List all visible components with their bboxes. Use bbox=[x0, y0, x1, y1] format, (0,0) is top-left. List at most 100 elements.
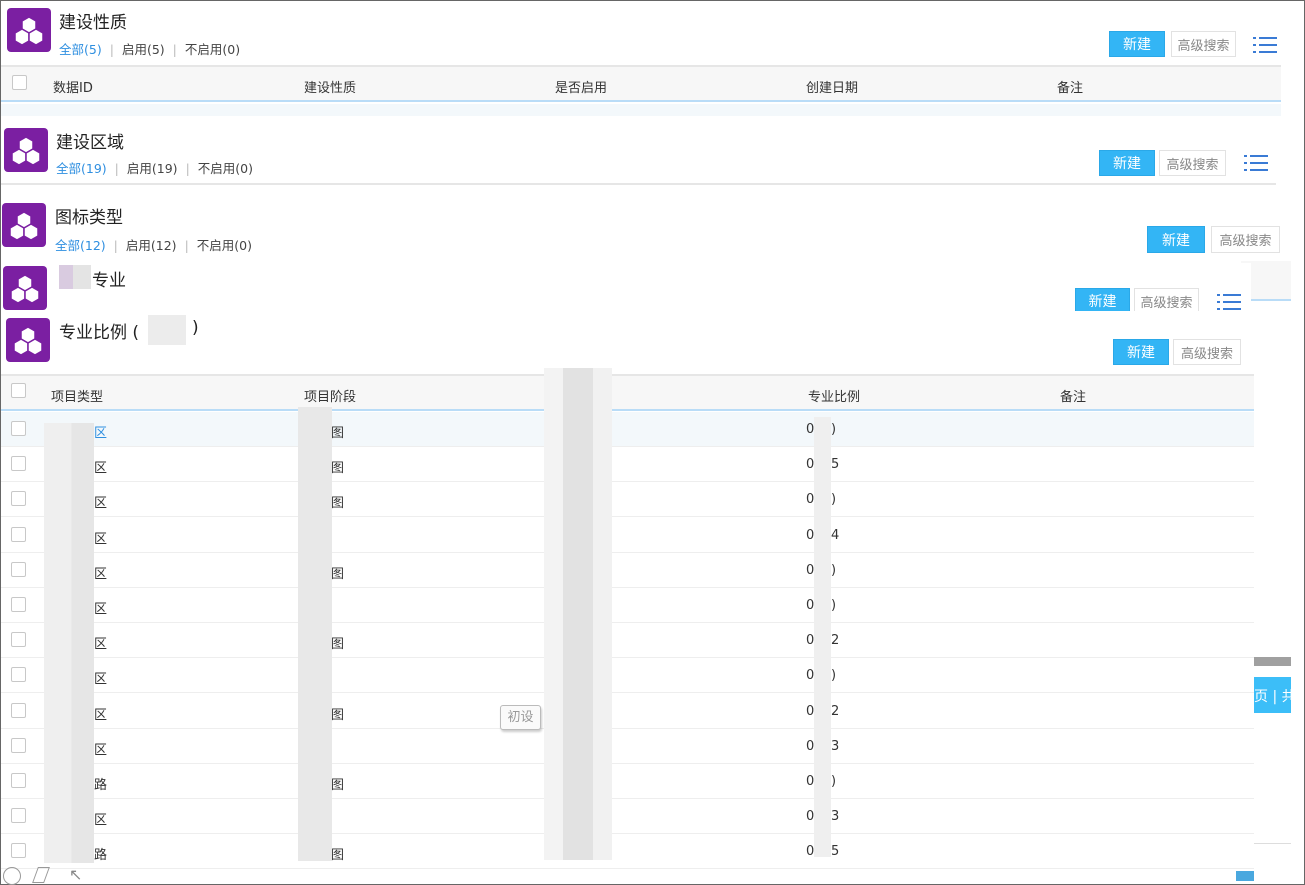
table-row[interactable]: 区 图 0 ) bbox=[1, 552, 1254, 588]
cursor-icon[interactable]: ↖ bbox=[69, 865, 82, 884]
cell-project-type: 区 bbox=[94, 602, 108, 617]
tab-enabled[interactable]: 启用(12) bbox=[126, 238, 177, 253]
filter-tabs: 全部(12) | 启用(12) | 不启用(0) bbox=[55, 238, 252, 253]
redacted-text bbox=[73, 265, 91, 289]
tab-all[interactable]: 全部(5) bbox=[59, 42, 102, 57]
list-view-icon[interactable] bbox=[1244, 154, 1268, 172]
table-row[interactable]: 区 0 ) bbox=[1, 658, 1254, 694]
divider bbox=[1, 183, 1276, 185]
row-checkbox[interactable] bbox=[11, 843, 26, 859]
panel-construction-nature: 建设性质 全部(5) | 启用(5) | 不启用(0) 新建 高级搜索 数据ID 建设性… bbox=[1, 1, 1281, 116]
background-pagination[interactable]: 页 | 共 bbox=[1254, 677, 1291, 713]
table-row[interactable]: 区 图 0 2 bbox=[1, 623, 1254, 659]
tab-all[interactable]: 全部(19) bbox=[56, 161, 107, 176]
table-row[interactable]: 区 0 4 bbox=[1, 517, 1254, 553]
advanced-search-button[interactable]: 高级搜索 bbox=[1211, 226, 1280, 253]
cell-project-stage: 图 bbox=[331, 848, 345, 864]
panel-title: 专业比例 ( bbox=[59, 323, 140, 343]
row-checkbox[interactable] bbox=[11, 808, 26, 824]
tab-enabled[interactable]: 启用(5) bbox=[122, 42, 165, 57]
cell-project-type: 路 bbox=[94, 848, 108, 864]
app-logo-icon bbox=[3, 266, 47, 310]
list-view-icon[interactable] bbox=[1253, 36, 1277, 54]
column-header-created[interactable]: 创建日期 bbox=[806, 77, 858, 96]
filter-tabs: 全部(19) | 启用(19) | 不启用(0) bbox=[56, 161, 253, 176]
panel-construction-area: 建设区域 全部(19) | 启用(19) | 不启用(0) 新建 高级搜索 bbox=[1, 116, 1276, 192]
table-row[interactable]: 路 图 0 ) bbox=[1, 764, 1254, 799]
new-button[interactable]: 新建 bbox=[1099, 150, 1155, 176]
cell-ratio-end: 2 bbox=[831, 703, 840, 719]
new-button[interactable]: 新建 bbox=[1147, 226, 1205, 253]
select-all-checkbox[interactable] bbox=[12, 75, 27, 90]
advanced-search-button[interactable]: 高级搜索 bbox=[1171, 31, 1236, 57]
redacted-column bbox=[298, 407, 332, 861]
cell-ratio-end: 5 bbox=[831, 844, 840, 860]
redacted-text bbox=[148, 315, 186, 345]
cell-ratio-end: ) bbox=[831, 774, 837, 789]
cell-ratio-end: 4 bbox=[831, 527, 840, 543]
new-button[interactable]: 新建 bbox=[1075, 288, 1130, 311]
app-logo-icon bbox=[6, 318, 50, 362]
row-checkbox[interactable] bbox=[11, 667, 26, 683]
tab-enabled[interactable]: 启用(19) bbox=[127, 161, 178, 176]
row-checkbox[interactable] bbox=[11, 773, 26, 788]
row-checkbox[interactable] bbox=[11, 597, 26, 612]
tab-disabled[interactable]: 不启用(0) bbox=[185, 42, 240, 57]
panel-title: 图标类型 bbox=[55, 208, 123, 228]
cell-project-type[interactable]: 区 bbox=[94, 422, 107, 441]
panel-title-close: ) bbox=[192, 318, 199, 338]
table-row[interactable]: 区 图 0 5 bbox=[1, 447, 1254, 483]
redacted-text bbox=[59, 265, 73, 289]
table-row[interactable] bbox=[1, 104, 1281, 116]
list-view-icon[interactable] bbox=[1217, 293, 1241, 311]
app-logo-icon bbox=[4, 128, 48, 172]
pen-icon[interactable] bbox=[3, 867, 21, 885]
column-header-enabled[interactable]: 是否启用 bbox=[555, 77, 607, 96]
cell-project-type: 区 bbox=[94, 637, 108, 653]
cell-project-type: 区 bbox=[94, 461, 108, 477]
table-row[interactable]: 路 图 0 5 bbox=[1, 834, 1254, 870]
app-logo-icon bbox=[2, 203, 46, 247]
column-header-note[interactable]: 备注 bbox=[1057, 77, 1083, 96]
table-row[interactable]: 区 图 0 ) bbox=[1, 412, 1254, 447]
row-checkbox[interactable] bbox=[11, 456, 26, 472]
cell-ratio-end: 3 bbox=[831, 738, 840, 754]
column-header-project-type[interactable]: 项目类型 bbox=[51, 386, 103, 405]
cell-ratio-end: ) bbox=[831, 492, 837, 508]
new-button[interactable]: 新建 bbox=[1109, 31, 1165, 57]
table-row[interactable]: 区 图 0 ) bbox=[1, 482, 1254, 518]
cell-project-stage: 图 bbox=[331, 496, 345, 512]
column-header-nature[interactable]: 建设性质 bbox=[304, 77, 356, 96]
column-header-id[interactable]: 数据ID bbox=[53, 77, 93, 96]
advanced-search-button[interactable]: 高级搜索 bbox=[1134, 288, 1199, 311]
table-row[interactable]: 区 0 ) bbox=[1, 588, 1254, 623]
select-all-checkbox[interactable] bbox=[11, 383, 26, 398]
table-row[interactable]: 区 图 0 2 bbox=[1, 693, 1254, 729]
row-checkbox[interactable] bbox=[11, 526, 26, 542]
row-checkbox[interactable] bbox=[11, 737, 26, 753]
cell-project-stage: 图 bbox=[331, 426, 345, 441]
row-checkbox[interactable] bbox=[11, 491, 26, 507]
tab-disabled[interactable]: 不启用(0) bbox=[198, 161, 253, 176]
row-checkbox[interactable] bbox=[11, 702, 26, 718]
advanced-search-button[interactable]: 高级搜索 bbox=[1159, 150, 1226, 176]
cell-ratio-end: 2 bbox=[831, 633, 840, 649]
table-row[interactable]: 区 0 3 bbox=[1, 728, 1254, 764]
cell-project-stage: 图 bbox=[331, 566, 345, 582]
column-header-project-stage[interactable]: 项目阶段 bbox=[304, 386, 356, 405]
tab-disabled[interactable]: 不启用(0) bbox=[197, 238, 252, 253]
table-row[interactable]: 区 0 3 bbox=[1, 799, 1254, 835]
background-scrollbar[interactable] bbox=[1254, 657, 1291, 666]
tab-all[interactable]: 全部(12) bbox=[55, 238, 106, 253]
column-header-ratio[interactable]: 专业比例 bbox=[808, 386, 860, 405]
new-button[interactable]: 新建 bbox=[1113, 339, 1169, 365]
cell-project-type: 区 bbox=[94, 813, 108, 829]
background-divider bbox=[1254, 843, 1291, 844]
row-checkbox[interactable] bbox=[11, 421, 26, 436]
cell-ratio-end: 3 bbox=[831, 809, 840, 825]
column-header-note[interactable]: 备注 bbox=[1060, 386, 1086, 405]
row-checkbox[interactable] bbox=[11, 632, 26, 648]
row-checkbox[interactable] bbox=[11, 561, 26, 577]
panel-title: 专业 bbox=[92, 271, 126, 291]
advanced-search-button[interactable]: 高级搜索 bbox=[1173, 339, 1241, 365]
